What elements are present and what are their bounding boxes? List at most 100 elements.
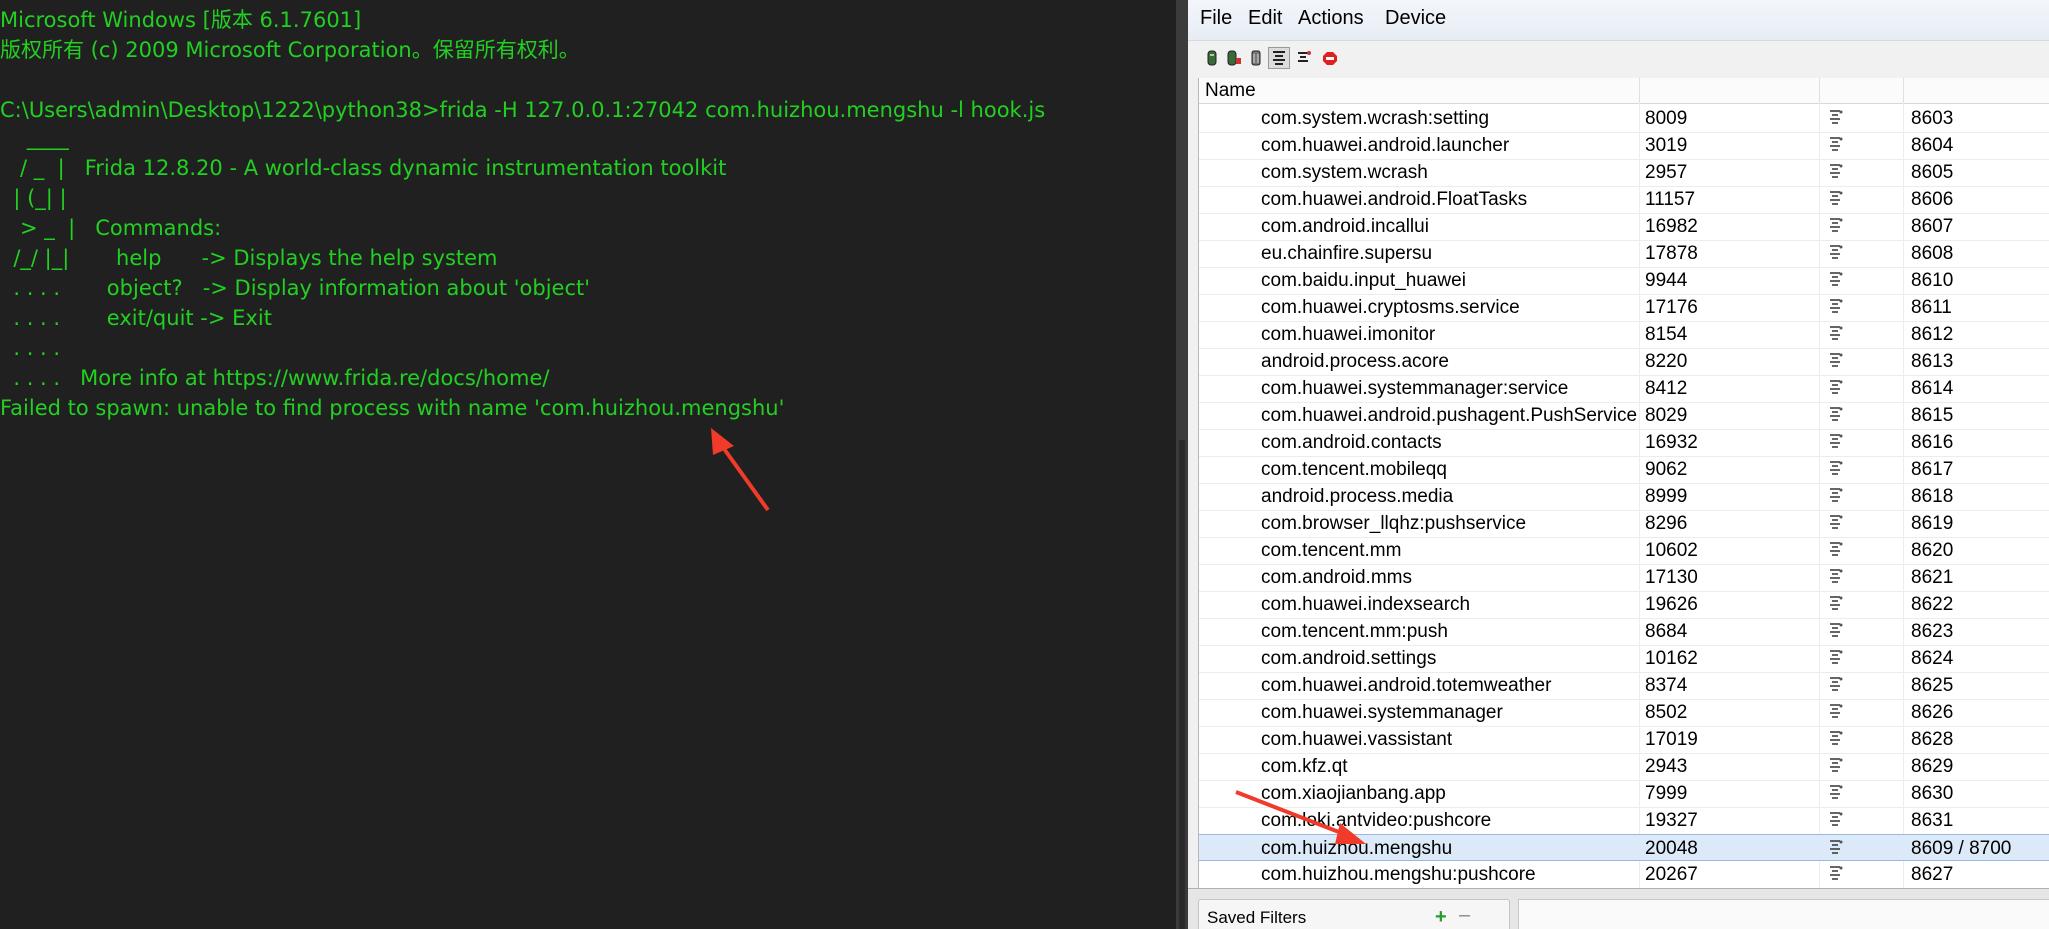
menu-edit[interactable]: Edit <box>1248 7 1282 30</box>
process-name: com.android.incallui <box>1261 216 1429 237</box>
debug-port: 8604 <box>1911 135 1954 156</box>
table-row[interactable]: com.kfz.qt 2943 8629 <box>1199 753 2049 781</box>
table-row[interactable]: com.huawei.android.FloatTasks 11157 8606 <box>1199 186 2049 214</box>
menu-device[interactable]: Device <box>1385 7 1446 30</box>
cause-gc-icon[interactable] <box>1248 49 1264 67</box>
column-separator[interactable] <box>1819 78 1820 103</box>
debug-status-icon <box>1830 812 1843 826</box>
debug-status-icon <box>1830 569 1843 583</box>
process-table[interactable]: Name com.system.wcrash:setting 8009 8603 co… <box>1198 78 2049 888</box>
table-row[interactable]: android.process.acore 8220 8613 <box>1199 348 2049 376</box>
table-row-selected[interactable]: com.huizhou.mengshu 20048 8609 / 8700 <box>1199 834 2049 861</box>
process-pid: 17176 <box>1645 297 1698 318</box>
process-pid: 16982 <box>1645 216 1698 237</box>
process-pid: 16932 <box>1645 432 1698 453</box>
debug-status-icon <box>1830 704 1843 718</box>
debug-status-icon <box>1830 488 1843 502</box>
table-row[interactable]: com.browser_llqhz:pushservice 8296 8619 <box>1199 510 2049 538</box>
table-row[interactable]: com.huawei.android.launcher 3019 8604 <box>1199 132 2049 160</box>
table-row[interactable]: com.huawei.indexsearch 19626 8622 <box>1199 591 2049 619</box>
process-pid: 2943 <box>1645 756 1688 777</box>
saved-filters-panel: Saved Filters + – <box>1198 899 1510 929</box>
process-name: com.loki.antvideo:pushcore <box>1261 810 1492 831</box>
table-row[interactable]: com.android.settings 10162 8624 <box>1199 645 2049 673</box>
debug-port: 8624 <box>1911 648 1954 669</box>
table-row[interactable]: com.huawei.imonitor 8154 8612 <box>1199 321 2049 349</box>
stop-process-icon[interactable] <box>1322 49 1338 67</box>
debug-port: 8620 <box>1911 540 1954 561</box>
debug-port: 8610 <box>1911 270 1954 291</box>
table-row[interactable]: com.baidu.input_huawei 9944 8610 <box>1199 267 2049 295</box>
terminal-line: | (_| | <box>0 186 67 210</box>
process-name: com.browser_llqhz:pushservice <box>1261 513 1527 534</box>
process-name: com.tencent.mobileqq <box>1261 459 1447 480</box>
debug-status-icon <box>1830 164 1843 178</box>
process-name: com.android.settings <box>1261 648 1437 669</box>
debug-status-icon <box>1830 407 1843 421</box>
table-row[interactable]: com.huawei.cryptosms.service 17176 8611 <box>1199 294 2049 322</box>
debug-port: 8607 <box>1911 216 1954 237</box>
debug-port: 8605 <box>1911 162 1954 183</box>
debug-status-icon <box>1830 245 1843 259</box>
debug-status-icon <box>1830 758 1843 772</box>
debug-port: 8630 <box>1911 783 1954 804</box>
table-row[interactable]: com.huawei.android.totemweather 8374 8625 <box>1199 672 2049 700</box>
terminal-error-line: Failed to spawn: unable to find process … <box>0 396 785 420</box>
column-header-name[interactable]: Name <box>1205 80 1256 102</box>
table-row[interactable]: com.huawei.vassistant 17019 8628 <box>1199 726 2049 754</box>
table-row[interactable]: com.android.mms 17130 8621 <box>1199 564 2049 592</box>
debug-status-icon <box>1830 353 1843 367</box>
logcat-search-pane[interactable] <box>1518 899 2049 929</box>
table-row[interactable]: com.huizhou.mengshu:pushcore 20267 8627 <box>1199 861 2049 888</box>
debug-port: 8617 <box>1911 459 1954 480</box>
update-threads-icon[interactable] <box>1268 47 1290 69</box>
table-row[interactable]: android.process.media 8999 8618 <box>1199 483 2049 511</box>
table-row[interactable]: com.android.contacts 16932 8616 <box>1199 429 2049 457</box>
table-row[interactable]: com.huawei.systemmanager 8502 8626 <box>1199 699 2049 727</box>
table-row[interactable]: com.xiaojianbang.app 7999 8630 <box>1199 780 2049 808</box>
process-pid: 8412 <box>1645 378 1688 399</box>
process-pid: 8029 <box>1645 405 1688 426</box>
table-row[interactable]: com.loki.antvideo:pushcore 19327 8631 <box>1199 807 2049 835</box>
start-method-profiling-icon[interactable] <box>1296 49 1312 67</box>
debug-status-icon <box>1830 326 1843 340</box>
menu-actions[interactable]: Actions <box>1298 7 1364 30</box>
table-row[interactable]: com.tencent.mm:push 8684 8623 <box>1199 618 2049 646</box>
debug-port: 8622 <box>1911 594 1954 615</box>
column-separator[interactable] <box>1903 78 1904 103</box>
process-name: com.huawei.android.totemweather <box>1261 675 1552 696</box>
update-heap-icon[interactable] <box>1204 49 1220 67</box>
process-pid: 8684 <box>1645 621 1688 642</box>
debug-port: 8618 <box>1911 486 1954 507</box>
remove-filter-icon[interactable]: – <box>1459 904 1470 927</box>
terminal-window[interactable]: Microsoft Windows [版本 6.1.7601] 版权所有 (c) … <box>0 0 1176 929</box>
menu-file[interactable]: File <box>1200 7 1232 30</box>
process-name: com.kfz.qt <box>1261 756 1348 777</box>
bottom-panel: Saved Filters + – <box>1188 888 2049 929</box>
saved-filters-label: Saved Filters <box>1207 908 1307 927</box>
debug-status-icon <box>1830 191 1843 205</box>
process-name: com.huawei.android.FloatTasks <box>1261 189 1528 210</box>
process-name: android.process.media <box>1261 486 1454 507</box>
table-row[interactable]: com.android.incallui 16982 8607 <box>1199 213 2049 241</box>
process-pid: 8154 <box>1645 324 1688 345</box>
dump-hprof-icon[interactable] <box>1226 49 1242 67</box>
process-pid: 11157 <box>1645 189 1696 210</box>
column-separator[interactable] <box>1639 78 1640 103</box>
process-name: com.android.mms <box>1261 567 1412 588</box>
table-row[interactable]: com.system.wcrash:setting 8009 8603 <box>1199 105 2049 133</box>
table-row[interactable]: com.tencent.mm 10602 8620 <box>1199 537 2049 565</box>
debug-status-icon <box>1830 434 1843 448</box>
table-row[interactable]: eu.chainfire.supersu 17878 8608 <box>1199 240 2049 268</box>
table-row[interactable]: com.huawei.systemmanager:service 8412 8614 <box>1199 375 2049 403</box>
process-pid: 20048 <box>1645 838 1698 859</box>
process-name: com.tencent.mm <box>1261 540 1402 561</box>
debug-port: 8608 <box>1911 243 1954 264</box>
toolbar <box>1188 41 2049 77</box>
table-row[interactable]: com.system.wcrash 2957 8605 <box>1199 159 2049 187</box>
scrollbar-track[interactable] <box>1179 440 1185 929</box>
terminal-line: . . . . exit/quit -> Exit <box>0 306 272 330</box>
add-filter-icon[interactable]: + <box>1435 906 1447 929</box>
table-row[interactable]: com.tencent.mobileqq 9062 8617 <box>1199 456 2049 484</box>
table-row[interactable]: com.huawei.android.pushagent.PushService… <box>1199 402 2049 430</box>
